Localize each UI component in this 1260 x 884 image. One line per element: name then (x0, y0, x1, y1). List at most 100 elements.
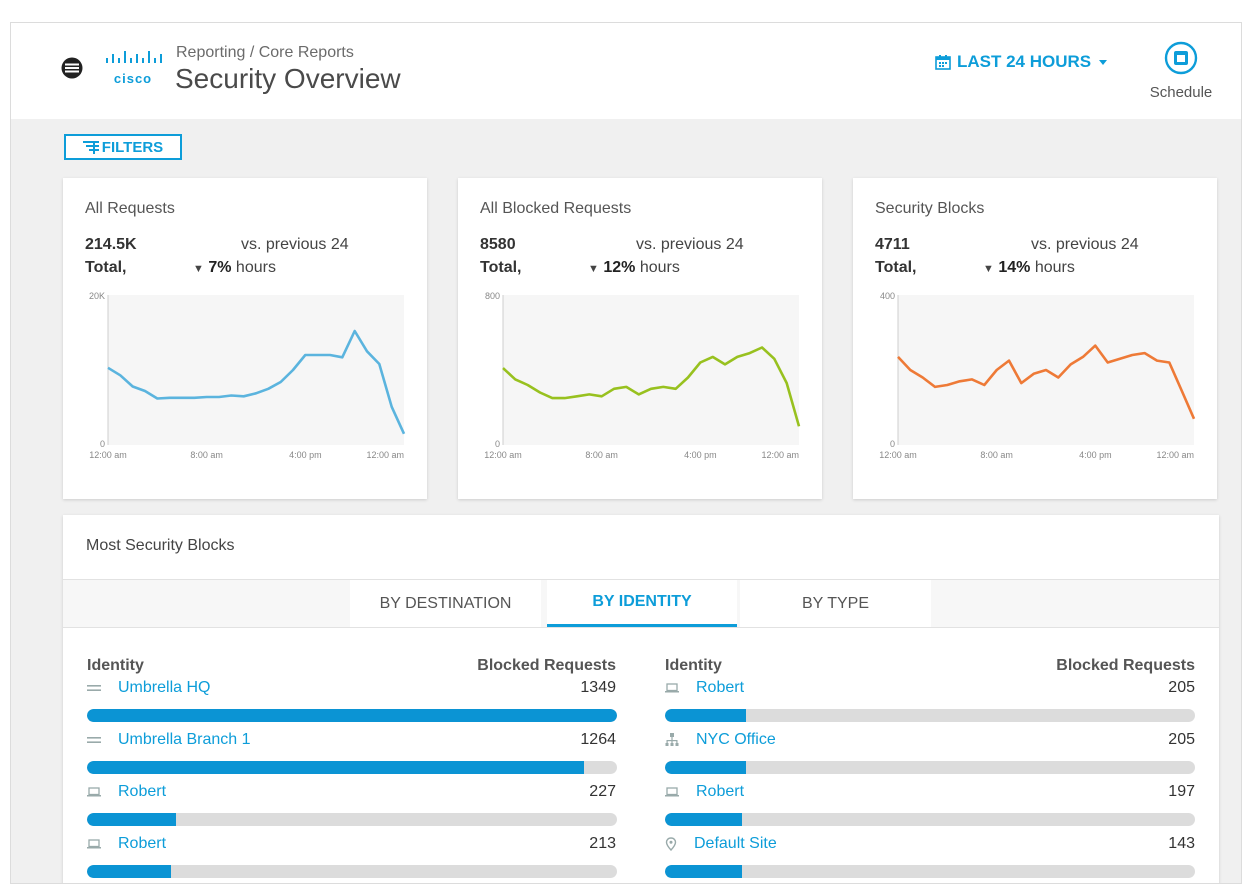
tab-by-identity[interactable]: BY IDENTITY (547, 580, 737, 627)
card-total: 8580 Total, (480, 233, 521, 279)
card-total-value: 214.5K (85, 236, 137, 253)
card-title: Security Blocks (875, 200, 985, 217)
blocked-count: 1264 (580, 731, 616, 748)
identity-link[interactable]: Robert (87, 783, 166, 801)
blocked-count: 197 (1168, 783, 1195, 800)
time-range-label: LAST 24 HOURS (957, 52, 1092, 71)
location-pin-icon (665, 837, 685, 851)
calendar-icon (935, 55, 951, 70)
bar-fill (665, 813, 743, 826)
x-tick-label: 12:00 am (1156, 450, 1194, 460)
x-tick-label: 4:00 pm (289, 450, 322, 460)
blocked-count: 1349 (580, 679, 616, 696)
identity-link[interactable]: Default Site (665, 835, 777, 853)
menu-icon[interactable] (61, 57, 83, 79)
identity-name: Robert (118, 783, 167, 800)
cisco-wordmark: cisco (113, 71, 153, 86)
laptop-icon (665, 787, 687, 797)
schedule-button[interactable]: Schedule (1139, 41, 1223, 101)
filters-button[interactable]: FILTERS (64, 134, 182, 160)
identity-link[interactable]: NYC Office (665, 731, 776, 749)
bar-fill (665, 865, 742, 878)
bar-fill (87, 761, 584, 774)
identity-name: NYC Office (696, 731, 776, 748)
bar-track (665, 865, 1195, 878)
down-triangle-icon: ▼ (193, 263, 204, 275)
y-tick-label: 400 (880, 291, 895, 301)
y-tick-label: 800 (485, 291, 500, 301)
card-total-label: Total, (875, 259, 917, 276)
card-vs-text: vs. previous 24 (1031, 236, 1139, 253)
y-tick-label: 20K (89, 291, 105, 301)
x-tick-label: 12:00 am (761, 450, 799, 460)
card-total-label: Total, (480, 259, 522, 276)
stat-card: All Requests 214.5K Total, vs. previous 24 ▼… (63, 178, 427, 499)
filter-icon (82, 141, 99, 154)
x-tick-label: 12:00 am (366, 450, 404, 460)
card-vs-unit: hours (639, 259, 680, 276)
blocked-count: 205 (1168, 731, 1195, 748)
tab-by-type[interactable]: BY TYPE (740, 580, 931, 627)
identity-link[interactable]: Robert (665, 679, 744, 697)
x-tick-label: 4:00 pm (684, 450, 717, 460)
line-chart: 20K012:00 am 8:00 am 4:00 pm 12:00 am (89, 291, 406, 460)
card-title: All Blocked Requests (480, 200, 632, 217)
bar-track (87, 865, 617, 878)
bar-fill (665, 761, 746, 774)
left-col-identity-header: Identity (87, 657, 144, 674)
bar-track (87, 813, 617, 826)
card-comparison: vs. previous 24 ▼ 12% hours (588, 233, 808, 281)
caret-down-icon (1099, 60, 1108, 65)
card-change-percent: 12% (603, 259, 636, 276)
cisco-bars-icon (106, 51, 162, 63)
x-tick-label: 12:00 am (89, 450, 127, 460)
identity-link[interactable]: Umbrella Branch 1 (87, 731, 251, 749)
card-title: All Requests (85, 200, 175, 217)
bar-fill (87, 865, 171, 878)
tab-by-destination[interactable]: BY DESTINATION (350, 580, 541, 627)
x-tick-label: 8:00 am (190, 450, 223, 460)
card-total: 214.5K Total, (85, 233, 137, 279)
card-total: 4711 Total, (875, 233, 916, 279)
laptop-icon (87, 787, 109, 797)
page-title: Security Overview (175, 63, 401, 94)
network-tree-icon (665, 733, 687, 747)
bar-fill (87, 709, 617, 722)
time-range-dropdown[interactable]: LAST 24 HOURS (935, 50, 1114, 74)
laptop-icon (665, 683, 687, 693)
card-vs-text: vs. previous 24 (241, 236, 349, 253)
card-total-value: 4711 (875, 236, 910, 253)
network-icon (87, 683, 109, 693)
blocked-count: 213 (589, 835, 616, 852)
down-triangle-icon: ▼ (983, 263, 994, 275)
card-vs-unit: hours (1034, 259, 1075, 276)
schedule-icon (1164, 41, 1198, 75)
app-window: cisco Reporting / Core Reports Security … (10, 22, 1242, 884)
right-col-identity-header: Identity (665, 657, 722, 674)
card-vs-unit: hours (235, 259, 276, 276)
bar-fill (665, 709, 746, 722)
network-icon (87, 735, 109, 745)
card-total-value: 8580 (480, 236, 516, 253)
plot-area (108, 295, 404, 445)
blocked-count: 227 (589, 783, 616, 800)
bar-fill (87, 813, 177, 826)
identity-link[interactable]: Robert (87, 835, 166, 853)
identity-link[interactable]: Umbrella HQ (87, 679, 210, 697)
x-tick-label: 4:00 pm (1079, 450, 1112, 460)
breadcrumb: Reporting / Core Reports (176, 44, 354, 61)
line-chart: 400012:00 am 8:00 am 4:00 pm 12:00 am (879, 291, 1196, 460)
bar-track (665, 709, 1195, 722)
y-tick-label: 0 (495, 439, 500, 449)
most-security-blocks-panel: Most Security Blocks BY DESTINATION BY I… (63, 515, 1219, 883)
x-tick-label: 12:00 am (879, 450, 917, 460)
down-triangle-icon: ▼ (588, 263, 599, 275)
stat-card: Security Blocks 4711 Total, vs. previous 24… (853, 178, 1217, 499)
y-tick-label: 0 (100, 439, 105, 449)
identity-link[interactable]: Robert (665, 783, 744, 801)
identity-name: Robert (696, 783, 745, 800)
x-tick-label: 8:00 am (980, 450, 1013, 460)
plot-area (503, 295, 799, 445)
cisco-logo: cisco (103, 51, 163, 86)
filters-label: FILTERS (101, 138, 164, 156)
